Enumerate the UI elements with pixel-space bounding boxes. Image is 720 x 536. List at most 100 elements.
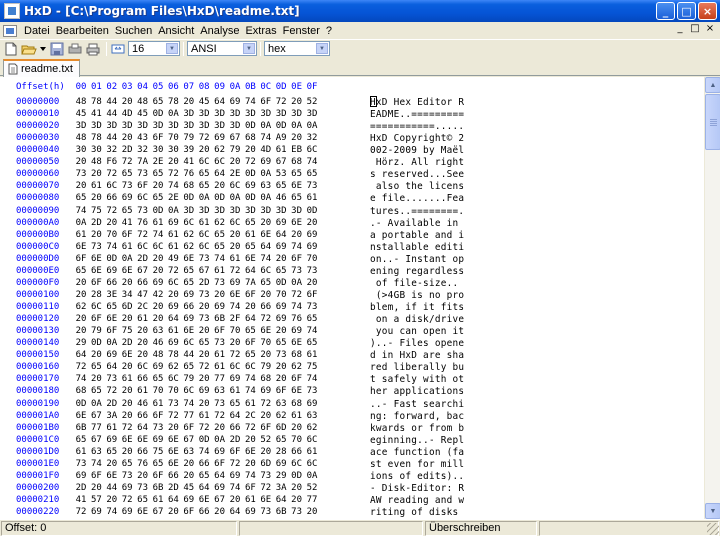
hex-byte[interactable]: 65 bbox=[243, 242, 257, 252]
hex-byte[interactable]: 69 bbox=[151, 278, 165, 288]
charset-select[interactable]: ANSI ▼ bbox=[187, 41, 257, 56]
hex-byte[interactable]: 72 bbox=[105, 206, 119, 216]
hex-byte[interactable]: 73 bbox=[305, 302, 319, 312]
hex-byte[interactable]: 3D bbox=[243, 109, 257, 119]
hex-byte[interactable]: 69 bbox=[228, 374, 242, 384]
hex-byte[interactable]: 20 bbox=[166, 157, 180, 167]
hex-byte[interactable]: 6F bbox=[274, 386, 288, 396]
hex-byte[interactable]: 6E bbox=[182, 326, 196, 336]
hex-byte[interactable]: 69 bbox=[213, 133, 227, 143]
hex-byte[interactable]: 6C bbox=[243, 362, 257, 372]
hex-byte[interactable]: 6F bbox=[290, 254, 304, 264]
tab-readme[interactable]: readme.txt bbox=[3, 59, 80, 77]
hex-byte[interactable]: 65 bbox=[305, 338, 319, 348]
hex-byte[interactable]: 67 bbox=[274, 157, 288, 167]
hex-byte[interactable]: 64 bbox=[213, 471, 227, 481]
hex-byte[interactable]: 0A bbox=[305, 121, 319, 131]
hex-byte[interactable]: 69 bbox=[228, 97, 242, 107]
hex-byte[interactable]: 57 bbox=[89, 495, 103, 505]
hex-byte[interactable]: 65 bbox=[182, 266, 196, 276]
hex-byte[interactable]: 73 bbox=[305, 386, 319, 396]
hex-byte[interactable]: 65 bbox=[105, 447, 119, 457]
hex-byte[interactable]: 6D bbox=[120, 302, 134, 312]
hex-byte[interactable]: 20 bbox=[243, 435, 257, 445]
hex-byte[interactable]: 20 bbox=[89, 374, 103, 384]
hex-byte[interactable]: 6C bbox=[228, 218, 242, 228]
hex-byte[interactable]: 66 bbox=[197, 459, 211, 469]
menu-bearbeiten[interactable]: Bearbeiten bbox=[53, 25, 112, 37]
hex-byte[interactable]: 2D bbox=[89, 218, 103, 228]
hex-byte[interactable]: 69 bbox=[274, 314, 288, 324]
hex-byte[interactable]: 68 bbox=[74, 386, 88, 396]
hex-byte[interactable]: 42 bbox=[151, 290, 165, 300]
hex-byte[interactable]: 0D bbox=[182, 193, 196, 203]
hex-byte[interactable]: 72 bbox=[290, 290, 304, 300]
hex-byte[interactable]: 6C bbox=[151, 242, 165, 252]
hex-byte[interactable]: 6E bbox=[89, 266, 103, 276]
hex-byte[interactable]: 63 bbox=[305, 411, 319, 421]
ascii-text[interactable]: a portable and i bbox=[370, 230, 464, 241]
hex-byte[interactable]: 3D bbox=[120, 121, 134, 131]
ascii-text[interactable]: Hörz. All right bbox=[370, 157, 464, 168]
hex-byte[interactable]: 20 bbox=[305, 218, 319, 228]
hex-byte[interactable]: 3D bbox=[197, 206, 211, 216]
hex-byte[interactable]: 32 bbox=[305, 133, 319, 143]
hex-byte[interactable]: 20 bbox=[243, 145, 257, 155]
hex-byte[interactable]: 20 bbox=[136, 326, 150, 336]
ascii-text[interactable]: ..- Fast searchi bbox=[370, 399, 464, 410]
hex-byte[interactable]: 61 bbox=[228, 254, 242, 264]
hex-byte[interactable]: 20 bbox=[166, 290, 180, 300]
hex-byte[interactable]: 6F bbox=[182, 423, 196, 433]
hex-byte[interactable]: 79 bbox=[182, 133, 196, 143]
hex-byte[interactable]: 66 bbox=[105, 193, 119, 203]
hex-byte[interactable]: 73 bbox=[136, 206, 150, 216]
hex-byte[interactable]: 69 bbox=[274, 459, 288, 469]
hex-byte[interactable]: 6F bbox=[243, 290, 257, 300]
hex-byte[interactable]: 65 bbox=[74, 435, 88, 445]
hex-byte[interactable]: 20 bbox=[136, 471, 150, 481]
hex-byte[interactable]: 44 bbox=[182, 350, 196, 360]
hex-byte[interactable]: 3E bbox=[105, 290, 119, 300]
hex-byte[interactable]: 73 bbox=[197, 314, 211, 324]
hex-byte[interactable]: 6E bbox=[136, 507, 150, 517]
hex-byte[interactable]: 3D bbox=[290, 109, 304, 119]
hex-byte[interactable]: 73 bbox=[305, 181, 319, 191]
hex-byte[interactable]: EB bbox=[290, 145, 304, 155]
hex-byte[interactable]: 3D bbox=[166, 121, 180, 131]
menu-fenster[interactable]: Fenster bbox=[280, 25, 323, 37]
hex-byte[interactable]: 20 bbox=[290, 133, 304, 143]
hex-byte[interactable]: 61 bbox=[74, 230, 88, 240]
hex-byte[interactable]: 30 bbox=[89, 145, 103, 155]
hex-byte[interactable]: 78 bbox=[166, 350, 180, 360]
hex-byte[interactable]: 68 bbox=[182, 181, 196, 191]
hex-byte[interactable]: 72 bbox=[74, 507, 88, 517]
hex-byte[interactable]: 6E bbox=[136, 435, 150, 445]
hex-byte[interactable]: 20 bbox=[105, 495, 119, 505]
ascii-text[interactable]: eginning..- Repl bbox=[370, 435, 464, 446]
hex-byte[interactable]: 44 bbox=[105, 97, 119, 107]
hex-byte[interactable]: 0A bbox=[120, 254, 134, 264]
hex-byte[interactable]: 20 bbox=[197, 326, 211, 336]
hex-byte[interactable]: 70 bbox=[151, 386, 165, 396]
hex-byte[interactable]: 3A bbox=[274, 483, 288, 493]
hex-byte[interactable]: 67 bbox=[228, 133, 242, 143]
hex-byte[interactable]: 69 bbox=[182, 495, 196, 505]
hex-byte[interactable]: 69 bbox=[259, 157, 273, 167]
hex-byte[interactable]: 65 bbox=[151, 97, 165, 107]
hex-byte[interactable]: 61 bbox=[213, 266, 227, 276]
hex-byte[interactable]: 65 bbox=[74, 193, 88, 203]
hex-byte[interactable]: 74 bbox=[259, 254, 273, 264]
hex-byte[interactable]: 69 bbox=[74, 471, 88, 481]
hex-byte[interactable]: 20 bbox=[74, 314, 88, 324]
hex-byte[interactable]: 69 bbox=[182, 314, 196, 324]
hex-byte[interactable]: 2D bbox=[120, 338, 134, 348]
hex-byte[interactable]: 61 bbox=[166, 242, 180, 252]
hex-byte[interactable]: 3D bbox=[305, 109, 319, 119]
hex-byte[interactable]: 66 bbox=[136, 278, 150, 288]
hex-byte[interactable]: 41 bbox=[89, 109, 103, 119]
ascii-text[interactable]: kwards or from b bbox=[370, 423, 464, 434]
hex-byte[interactable]: 20 bbox=[151, 254, 165, 264]
hex-byte[interactable]: 20 bbox=[290, 97, 304, 107]
ascii-text[interactable]: st even for mill bbox=[370, 459, 464, 470]
hex-byte[interactable]: 66 bbox=[182, 302, 196, 312]
